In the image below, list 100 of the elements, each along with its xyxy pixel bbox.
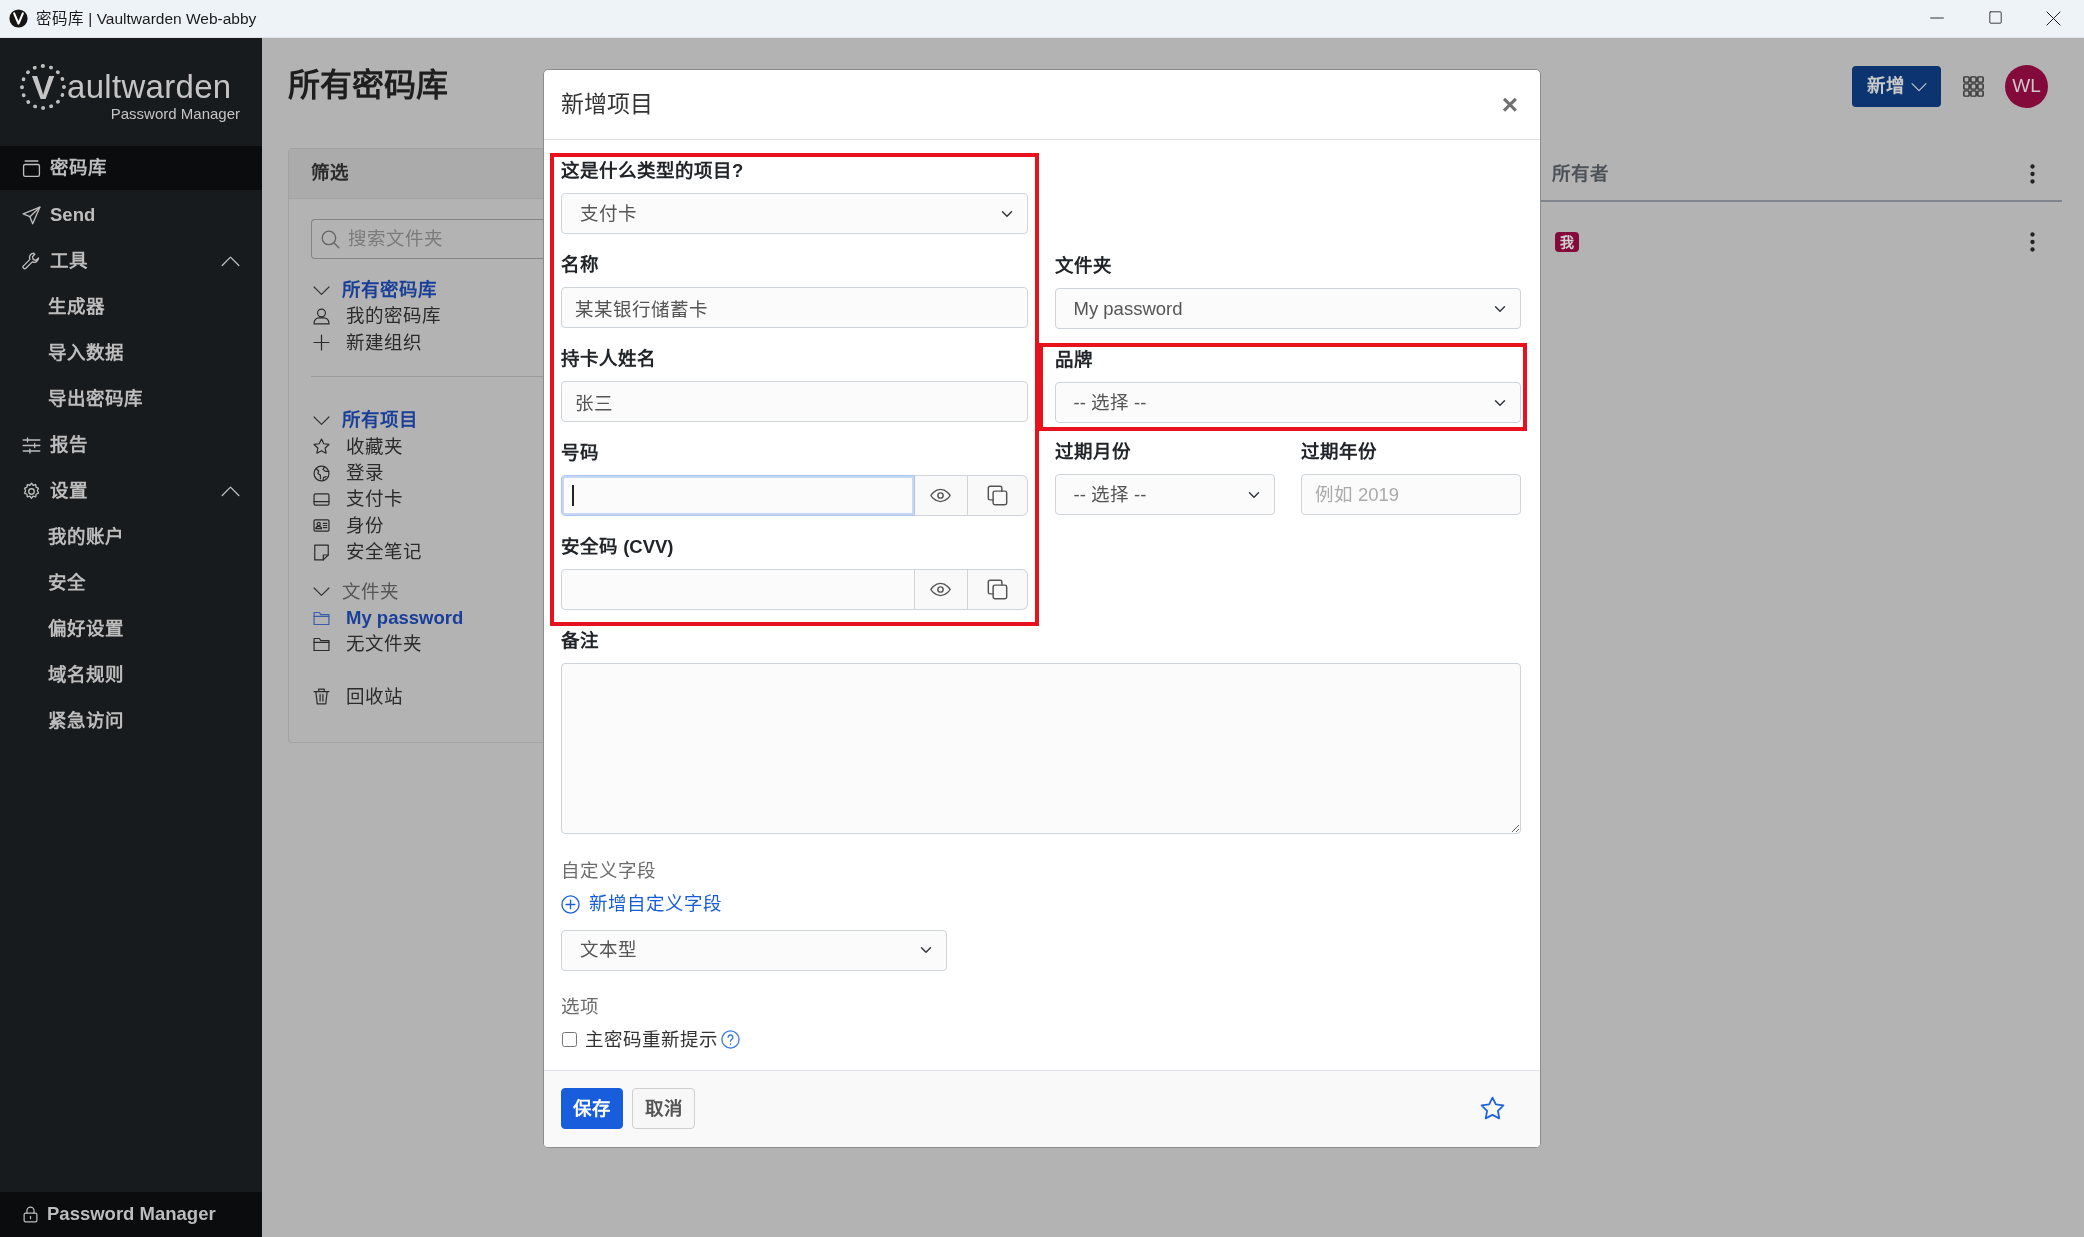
sidebar-item[interactable]: 报告 bbox=[0, 422, 262, 468]
sidebar-item[interactable]: 工具 bbox=[0, 238, 262, 284]
field-label: 安全码 (CVV) bbox=[561, 535, 675, 559]
filter-link[interactable]: 安全笔记 bbox=[311, 539, 543, 566]
paper-plane-icon bbox=[22, 205, 41, 225]
note-icon bbox=[313, 543, 330, 561]
sidebar-item[interactable]: Send bbox=[0, 192, 262, 238]
select-field[interactable]: 文本型 bbox=[561, 929, 947, 971]
save-button[interactable]: 保存 bbox=[561, 1088, 623, 1130]
checkbox[interactable] bbox=[562, 1032, 577, 1048]
logo-icon bbox=[9, 9, 28, 28]
section-heading: 选项 bbox=[561, 994, 600, 1019]
copy-button[interactable] bbox=[967, 475, 1028, 516]
field-label: 文件夹 bbox=[1054, 254, 1113, 278]
input-field[interactable]: 张三 bbox=[561, 381, 1028, 422]
field-label: 过期年份 bbox=[1300, 440, 1378, 464]
logo-wordmark: aultwarden bbox=[67, 70, 232, 103]
help-icon[interactable] bbox=[721, 1030, 740, 1050]
input-field[interactable]: 某某银行储蓄卡 bbox=[561, 287, 1028, 328]
cancel-button[interactable]: 取消 bbox=[632, 1088, 695, 1130]
select-field[interactable]: -- 选择 -- bbox=[1054, 474, 1275, 515]
maximize-icon[interactable] bbox=[1988, 11, 2002, 24]
plus-circle-icon bbox=[561, 894, 580, 914]
show-button[interactable] bbox=[914, 569, 968, 610]
filter-link[interactable]: 支付卡 bbox=[311, 486, 543, 513]
new-button[interactable]: 新增 bbox=[1852, 66, 1941, 107]
folder-icon bbox=[313, 636, 330, 653]
sidebar-item[interactable]: 密码库 bbox=[0, 146, 262, 190]
search-field[interactable]: 搜索文件夹 bbox=[311, 219, 543, 259]
field-label: 号码 bbox=[561, 441, 600, 465]
more-options-icon[interactable] bbox=[2030, 232, 2035, 252]
owner-tag: 我 bbox=[1555, 232, 1579, 252]
select-field[interactable]: -- 选择 -- bbox=[1054, 382, 1521, 423]
add-custom-field-link[interactable]: 新增自定义字段 bbox=[561, 891, 722, 917]
modal-title: 新增项目 bbox=[561, 90, 653, 119]
show-button[interactable] bbox=[914, 475, 968, 516]
sidebar-item[interactable]: 域名规则 bbox=[0, 652, 262, 698]
user-icon bbox=[313, 308, 330, 326]
input-field[interactable]: 例如 2019 bbox=[1300, 474, 1521, 515]
globe-icon bbox=[313, 464, 330, 482]
logo-subtitle: Password Manager bbox=[110, 105, 240, 121]
filter-link[interactable]: 身份 bbox=[311, 512, 543, 540]
filter-link[interactable]: 所有密码库 bbox=[311, 277, 543, 304]
search-icon bbox=[321, 229, 340, 249]
field-label: 持卡人姓名 bbox=[561, 347, 657, 371]
window-title: 密码库 | Vaultwarden Web-abby bbox=[36, 8, 257, 29]
input-field[interactable] bbox=[561, 475, 915, 516]
page-title: 所有密码库 bbox=[288, 66, 448, 105]
copy-button[interactable] bbox=[967, 569, 1028, 610]
close-icon[interactable] bbox=[2045, 11, 2061, 26]
sidebar-item[interactable]: 安全 bbox=[0, 560, 262, 606]
credit-card-icon bbox=[313, 491, 330, 509]
folder-icon bbox=[313, 609, 330, 627]
sidebar-item[interactable]: 紧急访问 bbox=[0, 698, 262, 744]
apps-grid-icon[interactable] bbox=[1963, 76, 1984, 97]
notes-field[interactable] bbox=[561, 663, 1521, 834]
product-name: Password Manager bbox=[47, 1202, 216, 1227]
text-cursor bbox=[572, 485, 574, 506]
field-label: 品牌 bbox=[1054, 348, 1094, 372]
filter-link[interactable]: My password bbox=[311, 604, 543, 632]
sidebar-item[interactable]: 导入数据 bbox=[0, 330, 262, 376]
star-icon bbox=[313, 438, 330, 456]
gear-icon bbox=[22, 481, 41, 501]
section-heading: 自定义字段 bbox=[561, 859, 657, 883]
filter-link[interactable]: 新建组织 bbox=[311, 329, 543, 357]
trash-icon bbox=[313, 688, 330, 706]
sliders-icon bbox=[22, 435, 41, 455]
checkbox-label: 主密码重新提示 bbox=[585, 1027, 718, 1052]
logo-mark: V bbox=[20, 63, 66, 110]
sidebar-item[interactable]: 导出密码库 bbox=[0, 376, 262, 422]
stack-icon bbox=[22, 158, 41, 178]
select-field[interactable]: 支付卡 bbox=[561, 193, 1028, 234]
field-label: 这是什么类型的项目? bbox=[561, 159, 745, 183]
select-field[interactable]: My password bbox=[1054, 288, 1521, 329]
search-input[interactable]: 搜索文件夹 bbox=[348, 225, 528, 253]
more-options-icon[interactable] bbox=[2030, 164, 2035, 184]
id-card-icon bbox=[313, 517, 330, 535]
filter-link[interactable]: 无文件夹 bbox=[311, 631, 543, 658]
filter-link[interactable]: 所有项目 bbox=[311, 407, 543, 434]
sidebar-item[interactable]: 偏好设置 bbox=[0, 606, 262, 652]
star-icon[interactable] bbox=[1480, 1096, 1505, 1122]
lock-icon bbox=[22, 1206, 39, 1223]
filter-link[interactable]: 文件夹 bbox=[311, 578, 543, 605]
field-label: 备注 bbox=[561, 629, 600, 653]
filter-link[interactable]: 回收站 bbox=[311, 683, 543, 711]
filter-link[interactable]: 登录 bbox=[311, 459, 543, 487]
user-avatar[interactable]: WL bbox=[2005, 65, 2048, 108]
copy-icon bbox=[986, 485, 1008, 506]
filter-link[interactable]: 收藏夹 bbox=[311, 433, 543, 460]
filter-link[interactable]: 我的密码库 bbox=[311, 303, 543, 330]
field-label: 过期月份 bbox=[1054, 440, 1132, 464]
column-header: 所有者 bbox=[1552, 161, 1609, 186]
copy-icon bbox=[986, 579, 1008, 600]
input-field[interactable] bbox=[561, 569, 915, 610]
panel-title: 筛选 bbox=[311, 161, 349, 186]
wrench-icon bbox=[22, 251, 41, 271]
close-button[interactable]: × bbox=[1497, 90, 1522, 119]
sidebar-item[interactable]: 我的账户 bbox=[0, 514, 262, 560]
sidebar-item[interactable]: 设置 bbox=[0, 468, 262, 514]
sidebar-item[interactable]: 生成器 bbox=[0, 284, 262, 330]
